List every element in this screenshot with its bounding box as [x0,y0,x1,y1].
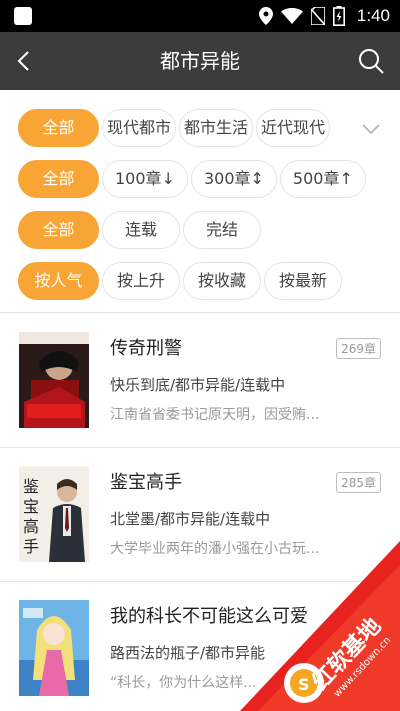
book-title: 传奇刑警 [110,338,182,359]
svg-text:手: 手 [23,537,39,556]
wifi-icon [280,8,303,24]
sort-chip[interactable]: 按收藏 [183,262,261,300]
category-chip[interactable]: 都市生活 [179,109,254,147]
title-bar: 都市异能 [0,32,400,90]
book-cover [19,332,89,428]
sort-chip[interactable]: 按最新 [264,262,342,300]
length-chip[interactable]: 300章↕ [190,160,277,198]
page-title: 都市异能 [160,49,240,73]
status-filter-row: 全部 连载 完结 [18,211,264,249]
search-icon[interactable] [356,46,386,76]
chapter-count-badge: 269章 [336,338,381,359]
book-item[interactable]: 传奇刑警 269章 快乐到底/都市异能/连载中 江南省省委书记原天明，因受贿..… [0,314,400,448]
svg-text:宝: 宝 [23,497,39,516]
location-icon [258,7,273,25]
no-sim-icon [310,7,325,25]
svg-text:高: 高 [23,517,39,536]
book-meta: 快乐到底/都市异能/连载中 [110,376,286,394]
category-chip[interactable]: 近代现代 [256,109,331,147]
category-filter-row: 全部 现代都市 都市生活 近代现代 [18,109,333,147]
book-meta: 北堂墨/都市异能/连载中 [110,510,271,528]
clock: 1:40 [356,6,390,25]
book-cover: 鉴 宝 高 手 [19,466,89,562]
sort-filter-row: 按人气 按上升 按收藏 按最新 [18,262,345,300]
status-chip[interactable]: 全部 [18,211,99,249]
length-chip[interactable]: 500章↑ [279,160,366,198]
category-chip[interactable]: 全部 [18,109,99,147]
watermark-logo: S 红软基地 www.rsdown.cn [240,541,400,711]
sort-chip[interactable]: 按上升 [102,262,180,300]
status-chip[interactable]: 完结 [183,211,261,249]
battery-charging-icon [332,6,345,26]
length-filter-row: 全部 100章↓ 300章↕ 500章↑ [18,160,369,198]
svg-text:鉴: 鉴 [23,477,39,496]
sort-chip[interactable]: 按人气 [18,262,99,300]
filter-panel: 全部 现代都市 都市生活 近代现代 全部 100章↓ 300章↕ 500章↑ 全… [0,90,400,313]
status-bar: 1:40 [0,0,400,32]
chapter-count-badge: 285章 [336,472,381,493]
length-chip[interactable]: 100章↓ [102,160,188,198]
book-title: 鉴宝高手 [110,472,182,493]
book-cover [19,600,89,696]
book-description: 江南省省委书记原天明，因受贿... [110,407,320,423]
status-chip[interactable]: 连载 [102,211,180,249]
chevron-down-icon[interactable] [360,118,382,140]
app-notification-icon [14,7,32,25]
length-chip[interactable]: 全部 [18,160,99,198]
category-chip[interactable]: 现代都市 [102,109,177,147]
